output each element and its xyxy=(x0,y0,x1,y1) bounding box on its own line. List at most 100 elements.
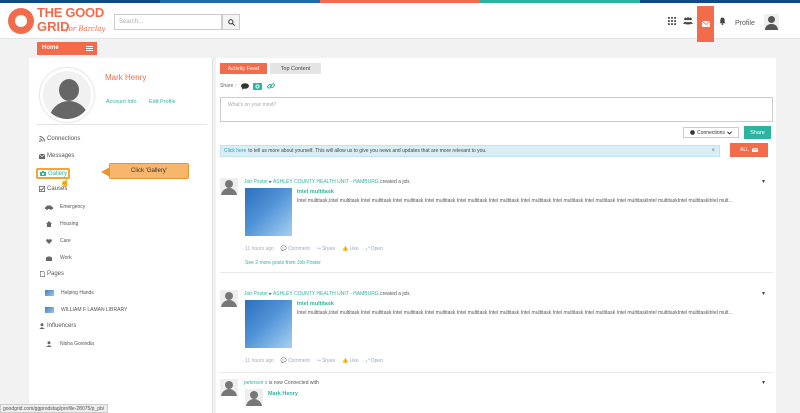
close-icon[interactable]: × xyxy=(711,148,715,154)
post-action: is now Connected with xyxy=(268,380,319,386)
globe-icon xyxy=(690,130,695,135)
see-more-posts-link[interactable]: See 2 more posts from Job Poster xyxy=(245,260,321,266)
connected-user-name[interactable]: Mark Henry xyxy=(268,391,298,397)
post-org[interactable]: ASHLEY COUNTY HEALTH UNIT - HAMBURG xyxy=(273,179,379,185)
sidebar-item-label: Influencers xyxy=(47,323,77,329)
open-button[interactable]: ⤢ Open xyxy=(366,358,383,364)
page-thumbnail xyxy=(45,307,54,313)
sidebar-item-causes[interactable]: Causes xyxy=(39,186,67,192)
cause-item[interactable]: Work xyxy=(45,255,72,261)
notice-link[interactable]: Click here xyxy=(224,148,246,154)
comment-button[interactable]: 💬 Comment xyxy=(281,358,310,364)
post-menu-caret-icon[interactable]: ▾ xyxy=(762,379,765,386)
connected-user-avatar[interactable] xyxy=(245,389,263,406)
expand-icon: ⤢ xyxy=(365,246,370,252)
logo-tagline: for Barclay xyxy=(66,25,106,33)
sidebar-item-label: Gallery xyxy=(48,170,68,177)
user-icon xyxy=(39,323,45,329)
camera-icon xyxy=(40,171,46,176)
share-options: Share : xyxy=(220,82,275,90)
sidebar-item-influencers[interactable]: Influencers xyxy=(39,323,76,329)
cause-item[interactable]: Care xyxy=(45,238,71,244)
search-icon xyxy=(227,18,235,26)
link-icon[interactable] xyxy=(266,82,275,90)
home-button[interactable]: Home xyxy=(37,42,97,55)
tutorial-callout: Click 'Gallery' xyxy=(101,163,189,179)
comment-label: Comment xyxy=(288,358,310,364)
post-image[interactable] xyxy=(245,300,292,348)
post-menu-caret-icon[interactable]: ▾ xyxy=(762,178,765,185)
profile-link[interactable]: Profile xyxy=(735,20,755,27)
cause-item[interactable]: Emergency xyxy=(45,204,85,210)
profile-avatar-large[interactable] xyxy=(40,68,94,122)
sidebar-item-pages[interactable]: Pages xyxy=(39,271,64,277)
post-header: Job Poster ▸ ASHLEY COUNTY HEALTH UNIT -… xyxy=(244,179,410,185)
page-item[interactable]: WILLIAM F LAMAN LIBRARY xyxy=(45,307,127,313)
post-image[interactable] xyxy=(245,188,292,236)
post-menu-caret-icon[interactable]: ▾ xyxy=(762,290,765,297)
page-item[interactable]: Helping Hands xyxy=(45,290,94,296)
arrow-icon: ▸ xyxy=(269,291,272,297)
heart-icon xyxy=(45,238,53,244)
post-avatar[interactable] xyxy=(220,178,238,195)
search-input[interactable]: Search... xyxy=(114,14,222,30)
post-author[interactable]: Job Poster xyxy=(244,291,268,297)
like-button[interactable]: 👍 Like xyxy=(342,358,358,364)
envelope-icon xyxy=(39,153,45,159)
envelope-icon xyxy=(701,21,710,27)
share-button[interactable]: Share xyxy=(744,126,771,139)
tab-activity-feed[interactable]: Activity Feed xyxy=(220,63,267,74)
post-time: 11 hours ago xyxy=(245,358,274,364)
open-button[interactable]: ⤢ Open xyxy=(366,246,383,252)
users-icon[interactable] xyxy=(683,16,693,26)
post-title[interactable]: Intel multitask xyxy=(297,301,334,307)
like-label: Like xyxy=(349,358,359,364)
post-org[interactable]: ASHLEY COUNTY HEALTH UNIT - HAMBURG xyxy=(273,291,379,297)
like-label: Like xyxy=(349,246,359,252)
check-square-icon xyxy=(39,186,45,192)
cause-item[interactable]: Housing xyxy=(45,221,78,227)
share-post-button[interactable]: ↪ Share xyxy=(317,358,336,364)
logo[interactable]: THE GOOD GRID for Barclay xyxy=(8,6,118,38)
post-title[interactable]: Intel multitask xyxy=(297,189,334,195)
post-composer-input[interactable]: What's on your mind? xyxy=(220,97,773,122)
cause-label: Housing xyxy=(60,221,79,227)
profile-name[interactable]: Mark Henry xyxy=(105,73,146,82)
notice-text: to tell us more about yourself. This wil… xyxy=(248,148,487,154)
like-button[interactable]: 👍 Like xyxy=(342,246,358,252)
edit-profile-link[interactable]: Edit Profile xyxy=(149,99,176,105)
open-label: Open xyxy=(370,246,383,252)
bell-icon[interactable] xyxy=(717,16,727,26)
audience-dropdown[interactable]: Connections xyxy=(683,127,739,138)
photo-icon[interactable] xyxy=(253,82,263,90)
post-author[interactable]: Job Poster xyxy=(244,179,268,185)
profile-notice: Click here to tell us more about yoursel… xyxy=(220,145,720,157)
influencer-item[interactable]: Nisha Govindia xyxy=(45,341,94,347)
sidebar-item-connections[interactable]: Connections xyxy=(39,136,80,142)
post-avatar[interactable] xyxy=(220,290,238,307)
main-feed: Activity Feed Top Content Share : What's… xyxy=(216,58,776,413)
messages-button[interactable] xyxy=(697,6,714,42)
comment-button[interactable]: 💬 Comment xyxy=(281,246,310,252)
share-post-button[interactable]: ↪ Share xyxy=(317,246,336,252)
post-author[interactable]: peterson s xyxy=(244,380,267,386)
feed-filter-button[interactable]: ALL xyxy=(730,143,768,157)
comment-label: Comment xyxy=(288,246,310,252)
avatar[interactable] xyxy=(764,14,779,30)
search-button[interactable] xyxy=(222,14,240,30)
menu-icon xyxy=(86,46,93,51)
grid-icon[interactable] xyxy=(667,16,677,26)
post-time: 11 hours ago xyxy=(245,246,274,252)
account-info-link[interactable]: Account Info xyxy=(106,99,137,105)
status-bar-url: goodgrid.com/ggprodstag/profile-28075/p_… xyxy=(0,404,108,413)
chat-bubble-icon[interactable] xyxy=(240,82,249,90)
home-icon xyxy=(45,221,53,227)
audience-label: Connections xyxy=(697,129,725,136)
comment-icon: 💬 xyxy=(280,246,288,252)
post-actions: 11 hours ago 💬 Comment ↪ Share 👍 Like ⤢ Open xyxy=(245,358,383,364)
sidebar-item-messages[interactable]: Messages xyxy=(39,153,74,159)
cause-label: Care xyxy=(60,238,71,244)
tab-top-content[interactable]: Top Content xyxy=(270,63,321,74)
thumbs-up-icon: 👍 xyxy=(342,246,349,252)
post-avatar[interactable] xyxy=(220,379,238,396)
